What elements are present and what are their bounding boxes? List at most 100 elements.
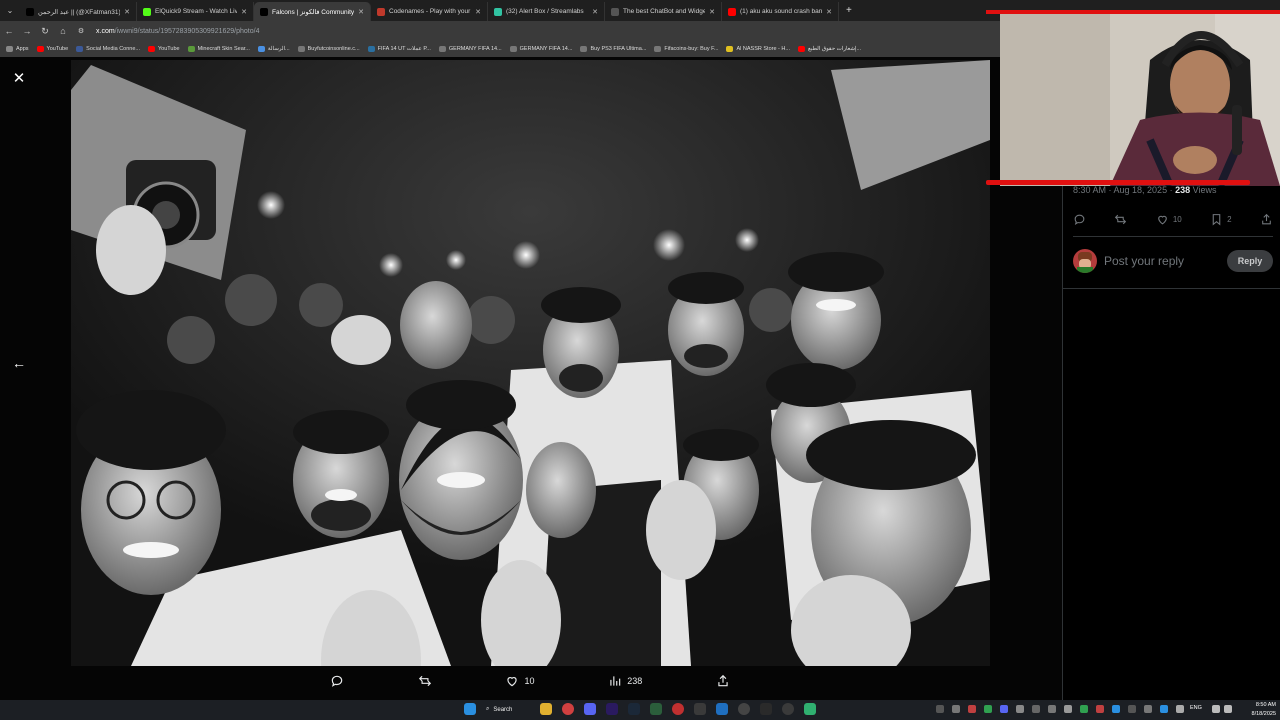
app-icon[interactable] [650, 703, 662, 715]
bookmark-item[interactable]: Fifacoins-buy: Buy F... [654, 46, 718, 52]
nassr-icon [726, 46, 734, 52]
reply-button[interactable]: Reply [1227, 250, 1273, 272]
bookmark-item[interactable]: YouTube [147, 46, 180, 52]
previous-photo-arrow-icon[interactable]: ← [10, 354, 28, 372]
windows-start-icon[interactable] [464, 703, 476, 715]
browser-tab[interactable]: عبد الرحمن || (@XFatman31) / X✕ [20, 2, 137, 21]
vscode-icon[interactable] [716, 703, 728, 715]
tray-app-icon[interactable] [1128, 705, 1136, 713]
volume-icon[interactable] [1224, 705, 1232, 713]
close-icon[interactable]: ✕ [10, 70, 28, 88]
reload-icon[interactable]: ↻ [36, 26, 54, 37]
language-indicator[interactable]: ENG [1190, 705, 1202, 711]
tab-close-icon[interactable]: ✕ [475, 8, 481, 16]
forward-arrow-icon[interactable]: → [18, 26, 36, 36]
tab-close-icon[interactable]: ✕ [592, 8, 598, 16]
tab-close-icon[interactable]: ✕ [358, 8, 364, 16]
app-icon[interactable] [738, 703, 750, 715]
network-icon[interactable] [1212, 705, 1220, 713]
new-tab-plus-icon[interactable]: + [839, 5, 859, 16]
bookmark-item[interactable]: YouTube [36, 46, 69, 52]
tray-chevron-icon[interactable] [936, 705, 944, 713]
tab-close-icon[interactable]: ✕ [124, 8, 130, 16]
url-field[interactable]: x.com/iwwni9/status/1957283905309921629/… [96, 28, 259, 35]
site-info-icon[interactable]: ⚙ [72, 27, 90, 35]
tab-title: Codenames - Play with your Fr [389, 8, 472, 15]
system-clock[interactable]: 8:50 AM 8/18/2025 [1236, 700, 1276, 720]
bookmark-item[interactable]: Apps [6, 46, 29, 52]
side-like-button[interactable]: 10 [1156, 213, 1182, 226]
tray-app-icon[interactable] [1000, 705, 1008, 713]
file-explorer-icon[interactable] [540, 703, 552, 715]
bookmark-item[interactable]: FIFA 14 UT عملات P... [367, 46, 431, 52]
tray-app-icon[interactable] [952, 705, 960, 713]
browser-tab[interactable]: Falcons | فالكونز Community / X✕ [254, 2, 371, 21]
browser-tab[interactable]: The best ChatBot and Widgets ✕ [605, 2, 722, 21]
bookmark-item[interactable]: Buy PS3 FIFA Ultima... [580, 46, 646, 52]
tab-close-icon[interactable]: ✕ [241, 8, 247, 16]
tab-close-icon[interactable]: ✕ [709, 8, 715, 16]
tray-app-icon[interactable] [1048, 705, 1056, 713]
side-share-button[interactable] [1260, 213, 1273, 226]
side-bookmark-button[interactable]: 2 [1210, 213, 1232, 226]
tab-search-chevron-icon[interactable]: ⌄ [0, 0, 20, 21]
browser-tab[interactable]: (32) Alert Box / Streamlabs ✕ [488, 2, 605, 21]
tray-app-icon[interactable] [1016, 705, 1024, 713]
browser-tab[interactable]: (1) aku aku sound crash bandic ✕ [722, 2, 839, 21]
bookmark-label: YouTube [46, 46, 69, 52]
minecraft-icon [187, 46, 195, 52]
side-repost-button[interactable] [1114, 213, 1127, 226]
app-icon[interactable] [782, 703, 794, 715]
premiere-icon[interactable] [606, 703, 618, 715]
browser-tab[interactable]: ElQuick9 Stream - Watch Live o ✕ [137, 2, 254, 21]
bookmark-item[interactable]: الرسالة... [257, 46, 290, 52]
tweet-photo[interactable] [71, 60, 990, 666]
bookmark-label: Buyfutcoinsonline.c... [307, 46, 360, 52]
bookmark-label: GERMANY FIFA 14... [519, 46, 573, 52]
tray-app-icon[interactable] [1144, 705, 1152, 713]
reply-input[interactable]: Post your reply [1104, 254, 1227, 268]
bookmark-label: Apps [16, 46, 29, 52]
bookmark-item[interactable]: Buyfutcoinsonline.c... [297, 46, 360, 52]
bookmark-item[interactable]: إشعارات حقوق الطبع... [797, 46, 861, 52]
tray-app-icon[interactable] [1064, 705, 1072, 713]
bookmark-item[interactable]: Al NASSR Store - H... [726, 46, 790, 52]
steam-icon[interactable] [628, 703, 640, 715]
app-icon[interactable] [760, 703, 772, 715]
views-action[interactable]: 238 [608, 674, 642, 688]
microphone-icon[interactable] [1176, 705, 1184, 713]
bookmark-item[interactable]: GERMANY FIFA 14... [509, 46, 573, 52]
app-icon[interactable] [672, 703, 684, 715]
repost-action[interactable] [418, 674, 432, 688]
tray-app-icon[interactable] [1032, 705, 1040, 713]
bookmark-item[interactable]: GERMANY FIFA 14... [438, 46, 502, 52]
youtube-icon [147, 46, 155, 52]
side-reply-button[interactable] [1073, 213, 1086, 226]
tray-app-icon[interactable] [1096, 705, 1104, 713]
tray-app-icon[interactable] [1160, 705, 1168, 713]
like-action[interactable]: 10 [505, 674, 534, 688]
photo-action-bar: 10 238 [330, 672, 730, 690]
kick-icon [143, 7, 151, 16]
app-icon[interactable] [694, 703, 706, 715]
app-icon[interactable] [804, 703, 816, 715]
taskbar-search[interactable]: ⌕ Search [486, 702, 532, 717]
home-icon[interactable]: ⌂ [54, 26, 72, 36]
bookmark-label: FIFA 14 UT عملات P... [377, 46, 431, 52]
bookmark-item[interactable]: Social Media Conne... [76, 46, 140, 52]
tray-app-icon[interactable] [1080, 705, 1088, 713]
bookmark-item[interactable]: Minecraft Skin Sear... [187, 46, 250, 52]
share-action[interactable] [716, 674, 730, 688]
chrome-icon[interactable] [562, 703, 574, 715]
tray-app-icon[interactable] [1112, 705, 1120, 713]
webcam-frame-bottom-bar [986, 180, 1250, 185]
mail-icon [257, 46, 265, 52]
reply-action[interactable] [330, 674, 344, 688]
codenames-icon [377, 7, 385, 16]
tray-app-icon[interactable] [984, 705, 992, 713]
back-arrow-icon[interactable]: ← [0, 26, 18, 36]
browser-tab[interactable]: Codenames - Play with your Fr ✕ [371, 2, 488, 21]
discord-icon[interactable] [584, 703, 596, 715]
tab-close-icon[interactable]: ✕ [826, 8, 832, 16]
tray-app-icon[interactable] [968, 705, 976, 713]
